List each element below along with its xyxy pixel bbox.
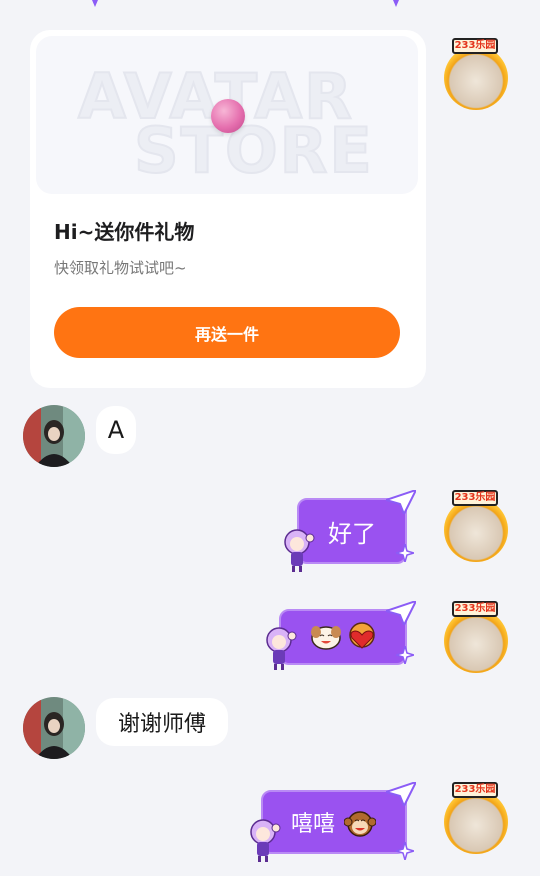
message-text: 嘻嘻 bbox=[291, 812, 336, 837]
gift-title: Hi~送你件礼物 bbox=[54, 220, 195, 244]
avatar-frame bbox=[444, 498, 508, 562]
gift-card: AVATAR STORE Hi~送你件礼物 快领取礼物试试吧~ 再送一件 bbox=[30, 30, 426, 388]
pink-ball-icon bbox=[211, 99, 245, 133]
sparkle-icon bbox=[92, 0, 98, 7]
message-text: 谢谢师傅 bbox=[117, 712, 206, 737]
contact-avatar[interactable] bbox=[23, 697, 85, 759]
mascot-girl-icon bbox=[266, 627, 297, 670]
avatar-badge: 233乐园 bbox=[452, 782, 498, 798]
self-avatar[interactable]: 233乐园 bbox=[440, 490, 512, 562]
self-avatar[interactable]: 233乐园 bbox=[440, 782, 512, 854]
dog-laughing-emoji-icon bbox=[311, 626, 341, 650]
banner-word-store: STORE bbox=[133, 113, 374, 188]
gift-subtitle: 快领取礼物试试吧~ bbox=[54, 259, 187, 277]
avatar-frame bbox=[444, 46, 508, 110]
sparkle-icon bbox=[396, 646, 414, 664]
sparkle-icon bbox=[396, 544, 414, 562]
sparkle-icon bbox=[396, 842, 414, 860]
mascot-girl-icon bbox=[284, 529, 315, 572]
contact-photo-icon bbox=[23, 405, 85, 467]
message-bubble-incoming[interactable]: A bbox=[96, 406, 136, 454]
send-another-gift-button[interactable]: 再送一件 bbox=[54, 307, 400, 358]
avatar-frame bbox=[444, 790, 508, 854]
paper-plane-icon bbox=[386, 782, 416, 806]
monkey-emoji-icon bbox=[344, 811, 376, 837]
avatar-frame bbox=[444, 609, 508, 673]
heart-emoji-icon bbox=[349, 622, 375, 649]
self-avatar[interactable]: 233乐园 bbox=[440, 601, 512, 673]
message-text: 好了 bbox=[328, 519, 376, 548]
self-avatar[interactable]: 233乐园 bbox=[440, 38, 512, 110]
avatar-badge: 233乐园 bbox=[452, 38, 498, 54]
paper-plane-icon bbox=[386, 601, 416, 625]
avatar-badge: 233乐园 bbox=[452, 490, 498, 506]
avatar-store-banner: AVATAR STORE bbox=[36, 36, 418, 194]
avatar-badge: 233乐园 bbox=[452, 601, 498, 617]
paper-plane-icon bbox=[386, 490, 416, 514]
contact-avatar[interactable] bbox=[23, 405, 85, 467]
mascot-girl-icon bbox=[250, 819, 281, 862]
message-text: A bbox=[107, 416, 125, 444]
sparkle-icon bbox=[393, 0, 399, 7]
contact-photo-icon bbox=[23, 697, 85, 759]
message-bubble-incoming[interactable]: 谢谢师傅 bbox=[96, 698, 228, 746]
